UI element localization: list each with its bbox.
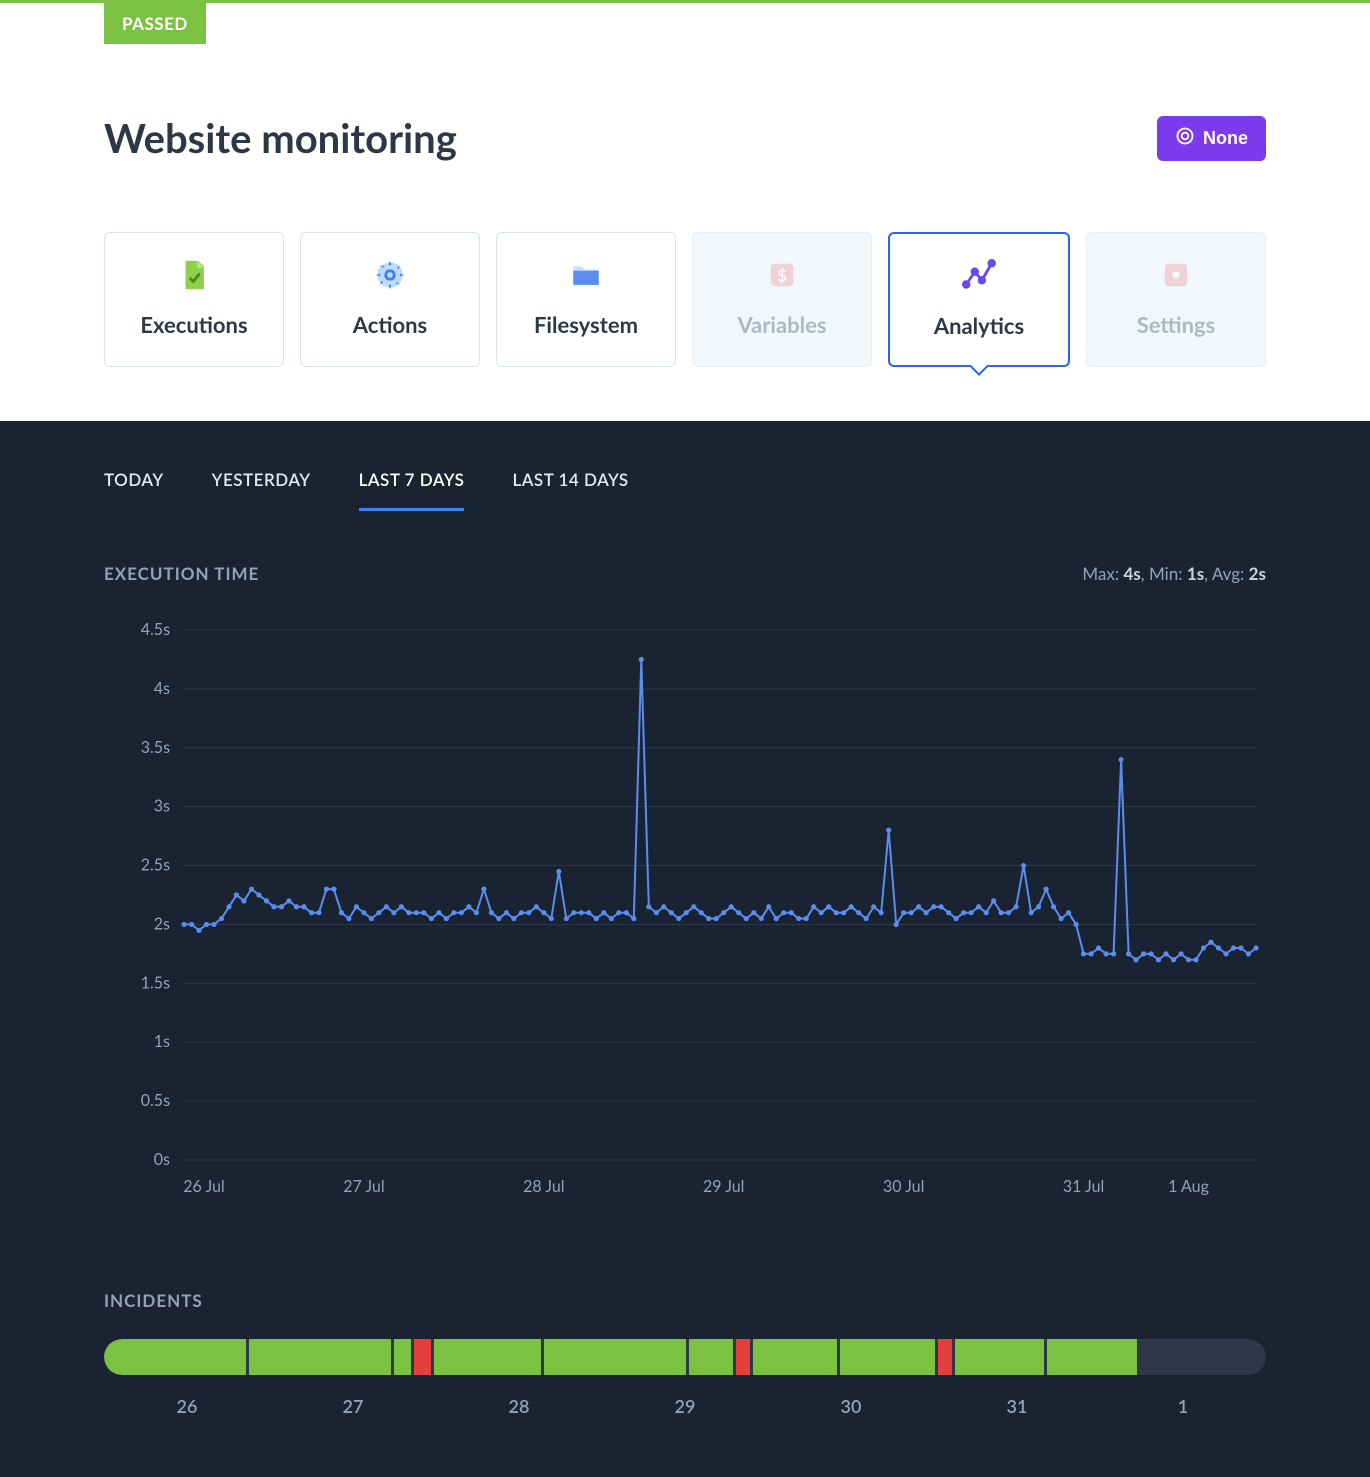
- tab-actions[interactable]: Actions: [300, 232, 480, 367]
- gear-icon: [372, 257, 408, 293]
- folder-icon: [568, 257, 604, 293]
- svg-text:1.5s: 1.5s: [141, 973, 170, 992]
- incidents-timeline[interactable]: [104, 1339, 1266, 1375]
- range-tab-last-7-days[interactable]: LAST 7 DAYS: [359, 469, 465, 511]
- range-tab-last-14-days[interactable]: LAST 14 DAYS: [512, 469, 628, 511]
- tab-label: Filesystem: [534, 311, 638, 338]
- svg-text:26 Jul: 26 Jul: [183, 1177, 224, 1196]
- incident-day-label: 26: [104, 1395, 270, 1417]
- stat-max-value: 4s: [1123, 563, 1140, 584]
- chart-icon: [961, 258, 997, 294]
- incident-segment[interactable]: [544, 1339, 686, 1375]
- incident-day-label: 31: [934, 1395, 1100, 1417]
- tab-analytics[interactable]: Analytics: [888, 232, 1070, 367]
- svg-text:1 Aug: 1 Aug: [1168, 1177, 1209, 1196]
- main-tabs: Executions Actions Filesystem $ Variables Ana…: [104, 232, 1266, 421]
- incident-segment[interactable]: [840, 1339, 935, 1375]
- stat-min-label: , Min:: [1141, 563, 1187, 584]
- incident-segment[interactable]: [414, 1339, 431, 1375]
- incident-day-label: 29: [602, 1395, 768, 1417]
- incident-segment[interactable]: [104, 1339, 246, 1375]
- svg-text:28 Jul: 28 Jul: [523, 1177, 564, 1196]
- time-range-tabs: TODAY YESTERDAY LAST 7 DAYS LAST 14 DAYS: [104, 469, 1266, 511]
- none-button[interactable]: None: [1157, 116, 1266, 161]
- svg-text:4.5s: 4.5s: [141, 620, 170, 639]
- incident-segment[interactable]: [753, 1339, 837, 1375]
- svg-text:29 Jul: 29 Jul: [703, 1177, 744, 1196]
- target-icon: [1175, 126, 1195, 151]
- incidents-title: INCIDENTS: [104, 1290, 1266, 1311]
- incident-segment[interactable]: [434, 1339, 541, 1375]
- execution-time-stats: Max: 4s, Min: 1s, Avg: 2s: [1082, 563, 1266, 584]
- svg-text:4s: 4s: [154, 679, 170, 698]
- incident-segment[interactable]: [1140, 1339, 1198, 1375]
- incident-segment[interactable]: [249, 1339, 391, 1375]
- header-section: PASSED Website monitoring None Execution…: [0, 3, 1370, 421]
- incidents-day-labels: 2627282930311: [104, 1395, 1266, 1417]
- settings-icon: [1158, 257, 1194, 293]
- tab-label: Analytics: [934, 312, 1024, 339]
- analytics-panel: TODAY YESTERDAY LAST 7 DAYS LAST 14 DAYS EX…: [0, 421, 1370, 1477]
- incident-day-label: 27: [270, 1395, 436, 1417]
- svg-text:0s: 0s: [154, 1150, 170, 1169]
- svg-text:31 Jul: 31 Jul: [1063, 1177, 1104, 1196]
- stat-avg-value: 2s: [1249, 563, 1266, 584]
- incident-segment[interactable]: [394, 1339, 411, 1375]
- execution-time-chart: 0s 0.5s 1s 1.5s 2s 2.5s 3s 3.5s 4s 4.5s 26 Jul 27 J…: [104, 620, 1266, 1210]
- stat-avg-label: , Avg:: [1204, 563, 1248, 584]
- stat-max-label: Max:: [1082, 563, 1123, 584]
- svg-text:30 Jul: 30 Jul: [883, 1177, 924, 1196]
- incident-segment[interactable]: [736, 1339, 750, 1375]
- svg-text:27 Jul: 27 Jul: [343, 1177, 384, 1196]
- incident-day-label: 28: [436, 1395, 602, 1417]
- tab-label: Settings: [1137, 311, 1216, 338]
- execution-time-title: EXECUTION TIME: [104, 563, 259, 584]
- tab-filesystem[interactable]: Filesystem: [496, 232, 676, 367]
- tab-settings[interactable]: Settings: [1086, 232, 1266, 367]
- svg-text:3.5s: 3.5s: [141, 738, 170, 757]
- tab-label: Variables: [737, 311, 826, 338]
- incident-segment[interactable]: [938, 1339, 952, 1375]
- incident-segment[interactable]: [689, 1339, 733, 1375]
- svg-text:$: $: [777, 266, 786, 285]
- status-badge: PASSED: [104, 3, 206, 44]
- range-tab-yesterday[interactable]: YESTERDAY: [212, 469, 311, 511]
- svg-text:2.5s: 2.5s: [141, 856, 170, 875]
- tab-label: Actions: [353, 311, 427, 338]
- svg-text:1s: 1s: [154, 1032, 170, 1051]
- svg-text:2s: 2s: [154, 914, 170, 933]
- page-title: Website monitoring: [104, 114, 457, 162]
- tab-label: Executions: [140, 311, 247, 338]
- tab-executions[interactable]: Executions: [104, 232, 284, 367]
- stat-min-value: 1s: [1187, 563, 1204, 584]
- incident-segment[interactable]: [955, 1339, 1044, 1375]
- incident-day-label: 1: [1100, 1395, 1266, 1417]
- range-tab-today[interactable]: TODAY: [104, 469, 164, 511]
- svg-text:3s: 3s: [154, 797, 170, 816]
- var-icon: $: [764, 257, 800, 293]
- tab-variables[interactable]: $ Variables: [692, 232, 872, 367]
- doc-check-icon: [176, 257, 212, 293]
- incident-day-label: 30: [768, 1395, 934, 1417]
- none-button-label: None: [1203, 128, 1248, 149]
- svg-text:0.5s: 0.5s: [141, 1091, 170, 1110]
- incident-segment[interactable]: [1047, 1339, 1136, 1375]
